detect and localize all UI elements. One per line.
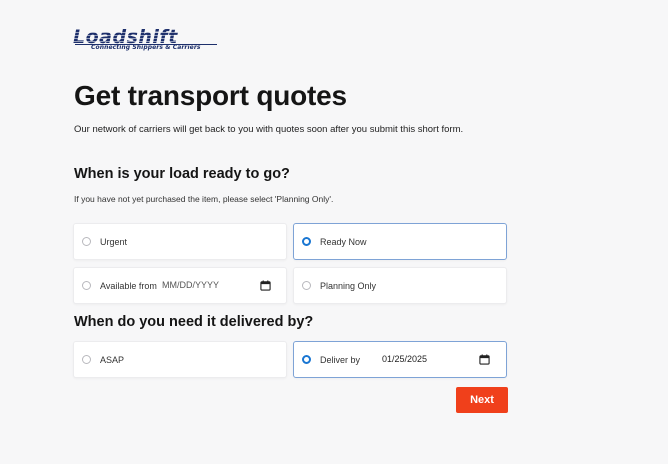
page-title: Get transport quotes [74, 80, 347, 111]
option-asap[interactable]: ASAP [73, 341, 287, 378]
option-urgent[interactable]: Urgent [73, 223, 287, 260]
option-label: Deliver by [320, 354, 361, 365]
radio-icon[interactable] [82, 281, 91, 290]
radio-icon[interactable] [302, 281, 311, 290]
ready-heading: When is your load ready to go? [74, 166, 290, 182]
option-available-from[interactable]: Available from MM/DD/YYYY [73, 267, 287, 304]
option-label: Planning Only [320, 280, 377, 291]
delivery-heading: When do you need it delivered by? [74, 314, 314, 330]
radio-icon[interactable] [82, 355, 91, 364]
radio-icon[interactable] [302, 237, 311, 246]
available-date-input[interactable]: MM/DD/YYYY [162, 280, 219, 290]
option-deliver-by[interactable]: Deliver by 01/25/2025 [293, 341, 507, 378]
brand-tagline: Connecting Shippers & Carriers [91, 44, 201, 51]
deliver-date-input[interactable]: 01/25/2025 [382, 354, 427, 364]
calendar-icon[interactable] [479, 354, 490, 365]
option-label: Urgent [100, 236, 128, 247]
calendar-icon[interactable] [260, 280, 271, 291]
page-intro: Our network of carriers will get back to… [74, 124, 464, 135]
option-planning-only[interactable]: Planning Only [293, 267, 507, 304]
next-button[interactable]: Next [456, 387, 508, 413]
ready-hint: If you have not yet purchased the item, … [74, 194, 334, 204]
option-label: ASAP [100, 354, 125, 365]
option-ready-now[interactable]: Ready Now [293, 223, 507, 260]
brand-logo[interactable]: Loadshift Connecting Shippers & Carriers [73, 27, 219, 53]
option-label: Available from [100, 280, 157, 291]
radio-icon[interactable] [82, 237, 91, 246]
option-label: Ready Now [320, 236, 367, 247]
radio-icon[interactable] [302, 355, 311, 364]
